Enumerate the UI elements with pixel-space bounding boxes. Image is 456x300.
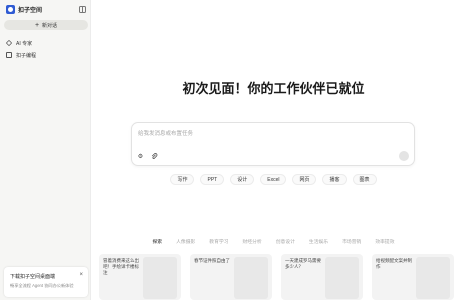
example-card[interactable]: 一天建成罗马需要多少人？ bbox=[281, 254, 363, 300]
message-composer[interactable]: 给我发消息或布置任务 ⚙ bbox=[131, 122, 415, 166]
example-card-text: 冒着消费来这么出吧！手绘详卡楼标注 bbox=[103, 258, 139, 275]
download-desktop-card[interactable]: 下载扣子空间桌面端 × 畅享全流程 Agent 协同办公新体验 bbox=[4, 267, 88, 297]
example-cards: 冒着消费来这么出吧！手绘详卡楼标注 春节证件照自由了 一天建成罗马需要多少人？ … bbox=[99, 254, 454, 300]
chip-writing[interactable]: 写作 bbox=[170, 174, 195, 185]
sidebar-item-ai-expert[interactable]: AI 专家 bbox=[5, 39, 33, 47]
tab-lifestyle[interactable]: 生活娱乐 bbox=[309, 238, 328, 245]
send-button[interactable] bbox=[399, 151, 409, 161]
tab-marketing[interactable]: 市场营销 bbox=[342, 238, 361, 245]
document-icon bbox=[6, 52, 12, 58]
tab-efficiency[interactable]: 效率提效 bbox=[375, 238, 394, 245]
brand[interactable]: 扣子空间 bbox=[6, 5, 42, 14]
chip-ppt[interactable]: PPT bbox=[200, 174, 225, 185]
page-title: 初次见面！你的工作伙伴已就位 bbox=[182, 81, 365, 96]
chip-chart[interactable]: 图表 bbox=[352, 174, 377, 185]
layers-icon bbox=[5, 39, 13, 47]
tab-education[interactable]: 教育学习 bbox=[209, 238, 228, 245]
new-chat-label: 新对话 bbox=[42, 22, 58, 29]
close-icon[interactable]: × bbox=[79, 272, 83, 278]
settings-icon[interactable]: ⚙ bbox=[137, 153, 144, 160]
collapse-sidebar-icon[interactable] bbox=[79, 6, 86, 13]
download-card-description: 畅享全流程 Agent 协同办公新体验 bbox=[10, 283, 74, 288]
example-card[interactable]: 给视频配文案并制作 bbox=[372, 254, 454, 300]
example-card-text: 一天建成罗马需要多少人？ bbox=[285, 258, 321, 269]
chip-podcast[interactable]: 播客 bbox=[322, 174, 347, 185]
example-card[interactable]: 冒着消费来这么出吧！手绘详卡楼标注 bbox=[99, 254, 181, 300]
tab-creative[interactable]: 创意设计 bbox=[276, 238, 295, 245]
tab-finance[interactable]: 财经分析 bbox=[243, 238, 262, 245]
brand-name: 扣子空间 bbox=[18, 8, 43, 14]
example-card-thumbnail bbox=[416, 257, 450, 299]
example-card-thumbnail bbox=[143, 257, 177, 299]
quick-action-chips: 写作 PPT 设计 Excel 网页 播客 图表 bbox=[91, 174, 456, 185]
new-chat-button[interactable]: + 新对话 bbox=[4, 20, 88, 30]
sidebar-item-coze-code[interactable]: 扣子编程 bbox=[6, 51, 36, 59]
explore-tabs: 探索 人像摄影 教育学习 财经分析 创意设计 生活娱乐 市场营销 效率提效 bbox=[91, 238, 456, 245]
main-area: 初次见面！你的工作伙伴已就位 给我发消息或布置任务 ⚙ 写作 PPT 设计 Ex… bbox=[91, 0, 456, 300]
chip-design[interactable]: 设计 bbox=[230, 174, 255, 185]
composer-placeholder: 给我发消息或布置任务 bbox=[138, 131, 194, 137]
example-card-text: 春节证件照自由了 bbox=[194, 258, 230, 263]
example-card-text: 给视频配文案并制作 bbox=[376, 258, 412, 269]
tab-portrait[interactable]: 人像摄影 bbox=[176, 238, 195, 245]
sidebar: 扣子空间 + 新对话 AI 专家 扣子编程 下载扣子空间桌面端 × 畅享全流程 … bbox=[0, 0, 91, 300]
sidebar-item-label: 扣子编程 bbox=[16, 52, 37, 59]
tab-explore[interactable]: 探索 bbox=[152, 238, 162, 245]
plus-icon: + bbox=[34, 21, 40, 29]
chip-webpage[interactable]: 网页 bbox=[292, 174, 317, 185]
brand-logo-icon bbox=[6, 5, 15, 14]
attachment-icon[interactable] bbox=[151, 153, 158, 160]
example-card[interactable]: 春节证件照自由了 bbox=[190, 254, 272, 300]
example-card-thumbnail bbox=[234, 257, 268, 299]
example-card-thumbnail bbox=[325, 257, 359, 299]
chip-excel[interactable]: Excel bbox=[260, 174, 287, 185]
sidebar-item-label: AI 专家 bbox=[16, 40, 33, 47]
download-card-title: 下载扣子空间桌面端 bbox=[10, 274, 56, 280]
